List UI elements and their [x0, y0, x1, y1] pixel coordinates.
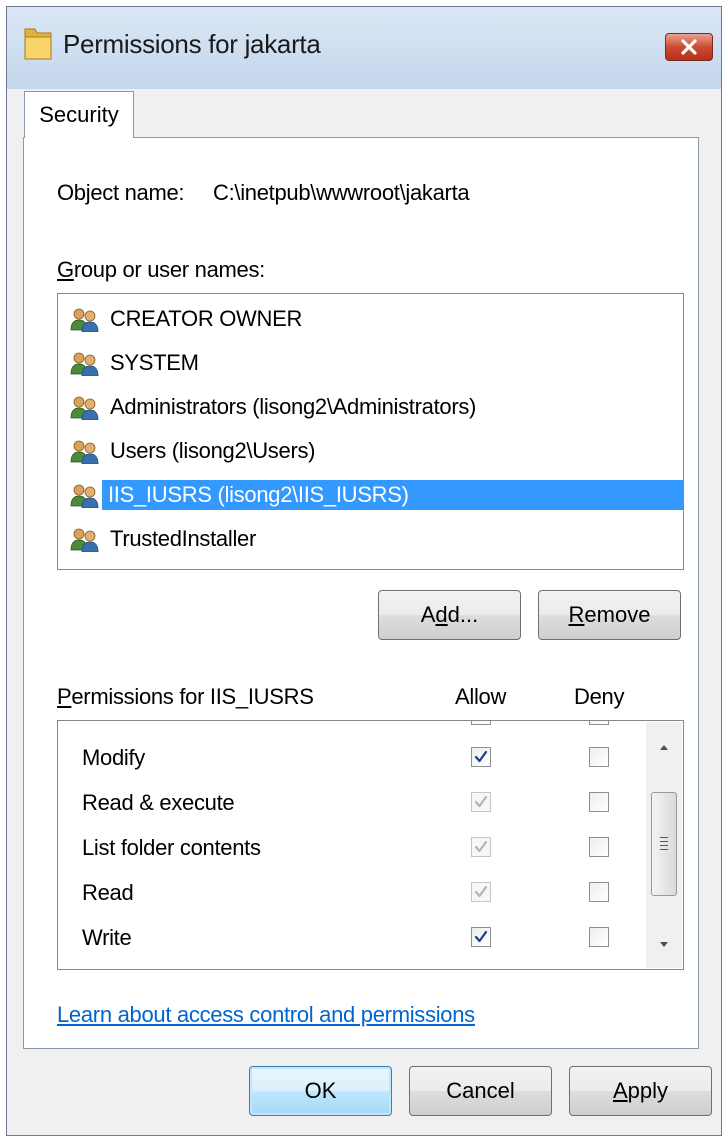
permission-name: Read: [82, 880, 134, 905]
user-list-item-label: Administrators (lisong2\Administrators): [110, 394, 477, 419]
permission-name: Modify: [82, 745, 145, 770]
close-button[interactable]: [665, 33, 713, 61]
user-list-item-label: CREATOR OWNER: [110, 306, 303, 331]
partial-checkbox-edge: [589, 721, 609, 725]
user-list-item-label: TrustedInstaller: [110, 526, 256, 551]
window-title: Permissions for jakarta: [63, 29, 321, 59]
add-button[interactable]: Ad d...: [378, 590, 521, 640]
allow-checkbox[interactable]: [471, 747, 491, 767]
permission-row: List folder contents: [58, 827, 648, 871]
user-group-icon: [68, 394, 102, 421]
deny-checkbox[interactable]: [589, 792, 609, 812]
user-list-item-label: IIS_IUSRS (lisong2\IIS_IUSRS): [102, 480, 683, 510]
deny-checkbox[interactable]: [589, 837, 609, 857]
scroll-up-icon[interactable]: [655, 740, 673, 754]
group-user-list[interactable]: CREATOR OWNER SYSTEM Administrators (lis…: [57, 293, 684, 570]
user-group-icon: [68, 306, 102, 333]
folder-icon: [24, 28, 52, 60]
allow-checkbox: [471, 882, 491, 902]
user-group-icon: [68, 482, 102, 509]
permission-name: Write: [82, 925, 132, 950]
user-list-item-label: Users (lisong2\Users): [110, 438, 316, 463]
deny-checkbox[interactable]: [589, 882, 609, 902]
title-bar[interactable]: Permissions for jakarta: [7, 7, 721, 89]
allow-checkbox[interactable]: [471, 927, 491, 947]
user-list-item[interactable]: Users (lisong2\Users): [66, 432, 683, 470]
permission-row: Modify: [58, 737, 648, 781]
partial-checkbox-edge: [471, 721, 491, 725]
object-name-value: C:\inetpub\wwwroot\jakarta: [213, 180, 470, 205]
object-name-label: Object name:: [57, 180, 185, 205]
allow-checkbox: [471, 837, 491, 857]
allow-checkbox: [471, 792, 491, 812]
group-users-label: Group or user names:: [57, 257, 265, 282]
user-list-item[interactable]: TrustedInstaller: [66, 520, 683, 558]
permission-name: List folder contents: [82, 835, 261, 860]
close-icon: [681, 39, 697, 55]
user-list-item[interactable]: IIS_IUSRS (lisong2\IIS_IUSRS): [66, 476, 683, 514]
deny-column-header: Deny: [574, 684, 625, 709]
deny-checkbox[interactable]: [589, 747, 609, 767]
permission-row: Read: [58, 872, 648, 916]
learn-more-link[interactable]: Learn about access control and permissio…: [57, 1002, 475, 1028]
remove-button[interactable]: Remove: [538, 590, 681, 640]
permissions-scrollbar[interactable]: [646, 722, 682, 968]
user-group-icon: [68, 350, 102, 377]
user-list-item[interactable]: CREATOR OWNER: [66, 300, 683, 338]
user-list-item[interactable]: SYSTEM: [66, 344, 683, 382]
permissions-list: Modify Read & execute List folder contents…: [57, 720, 684, 970]
permission-name: Read & execute: [82, 790, 235, 815]
ok-button[interactable]: OK: [249, 1066, 392, 1116]
scroll-thumb[interactable]: [651, 792, 677, 896]
deny-checkbox[interactable]: [589, 927, 609, 947]
allow-column-header: Allow: [455, 684, 507, 709]
apply-button[interactable]: Apply: [569, 1066, 712, 1116]
tab-security[interactable]: Security: [24, 91, 134, 138]
permission-row: Write: [58, 917, 648, 961]
cancel-button[interactable]: Cancel: [409, 1066, 552, 1116]
permissions-header: Permissions for IIS_IUSRS: [57, 684, 314, 709]
user-group-icon: [68, 526, 102, 553]
user-group-icon: [68, 438, 102, 465]
user-list-item-label: SYSTEM: [110, 350, 199, 375]
permission-row: Read & execute: [58, 782, 648, 826]
scroll-down-icon[interactable]: [655, 938, 673, 952]
user-list-item[interactable]: Administrators (lisong2\Administrators): [66, 388, 683, 426]
